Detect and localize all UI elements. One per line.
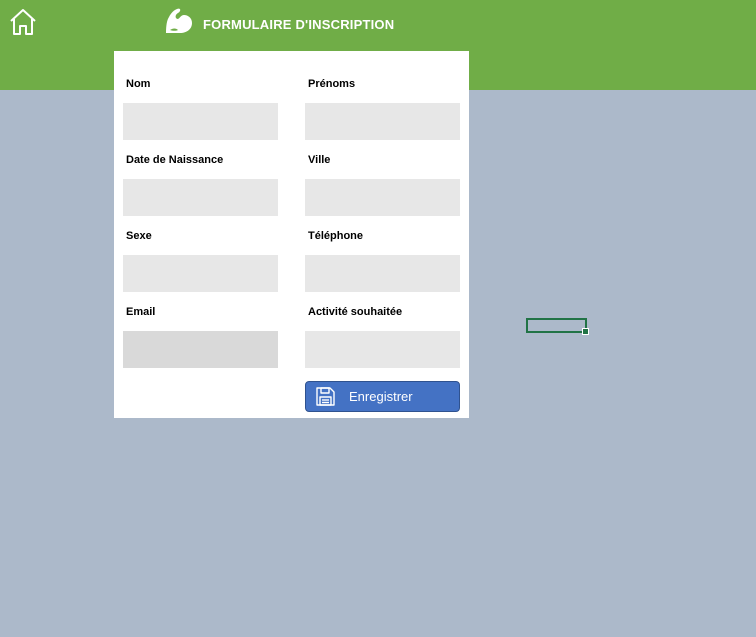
fill-handle[interactable] — [582, 328, 589, 335]
floppy-disk-icon — [316, 387, 335, 406]
sexe-label: Sexe — [126, 230, 152, 242]
save-button-label: Enregistrer — [349, 389, 413, 404]
email-label: Email — [126, 306, 156, 318]
flexed-arm-icon — [166, 8, 192, 33]
email-field[interactable] — [123, 331, 278, 368]
activite-label: Activité souhaitée — [308, 306, 403, 318]
activite-field[interactable] — [305, 331, 460, 368]
prenoms-label: Prénoms — [308, 78, 356, 90]
telephone-label: Téléphone — [308, 230, 364, 242]
save-button[interactable]: Enregistrer — [305, 381, 460, 412]
sexe-field[interactable] — [123, 255, 278, 292]
home-icon[interactable] — [9, 8, 37, 36]
date-naissance-field[interactable] — [123, 179, 278, 216]
date-naissance-label: Date de Naissance — [126, 154, 224, 166]
ville-label: Ville — [308, 154, 331, 166]
telephone-field[interactable] — [305, 255, 460, 292]
prenoms-field[interactable] — [305, 103, 460, 140]
registration-form: Nom Prénoms Date de Naissance Ville Sexe… — [114, 51, 469, 418]
ville-field[interactable] — [305, 179, 460, 216]
nom-label: Nom — [126, 78, 151, 90]
nom-field[interactable] — [123, 103, 278, 140]
selected-cell[interactable] — [526, 318, 589, 335]
page-title: FORMULAIRE D'INSCRIPTION — [203, 17, 395, 32]
